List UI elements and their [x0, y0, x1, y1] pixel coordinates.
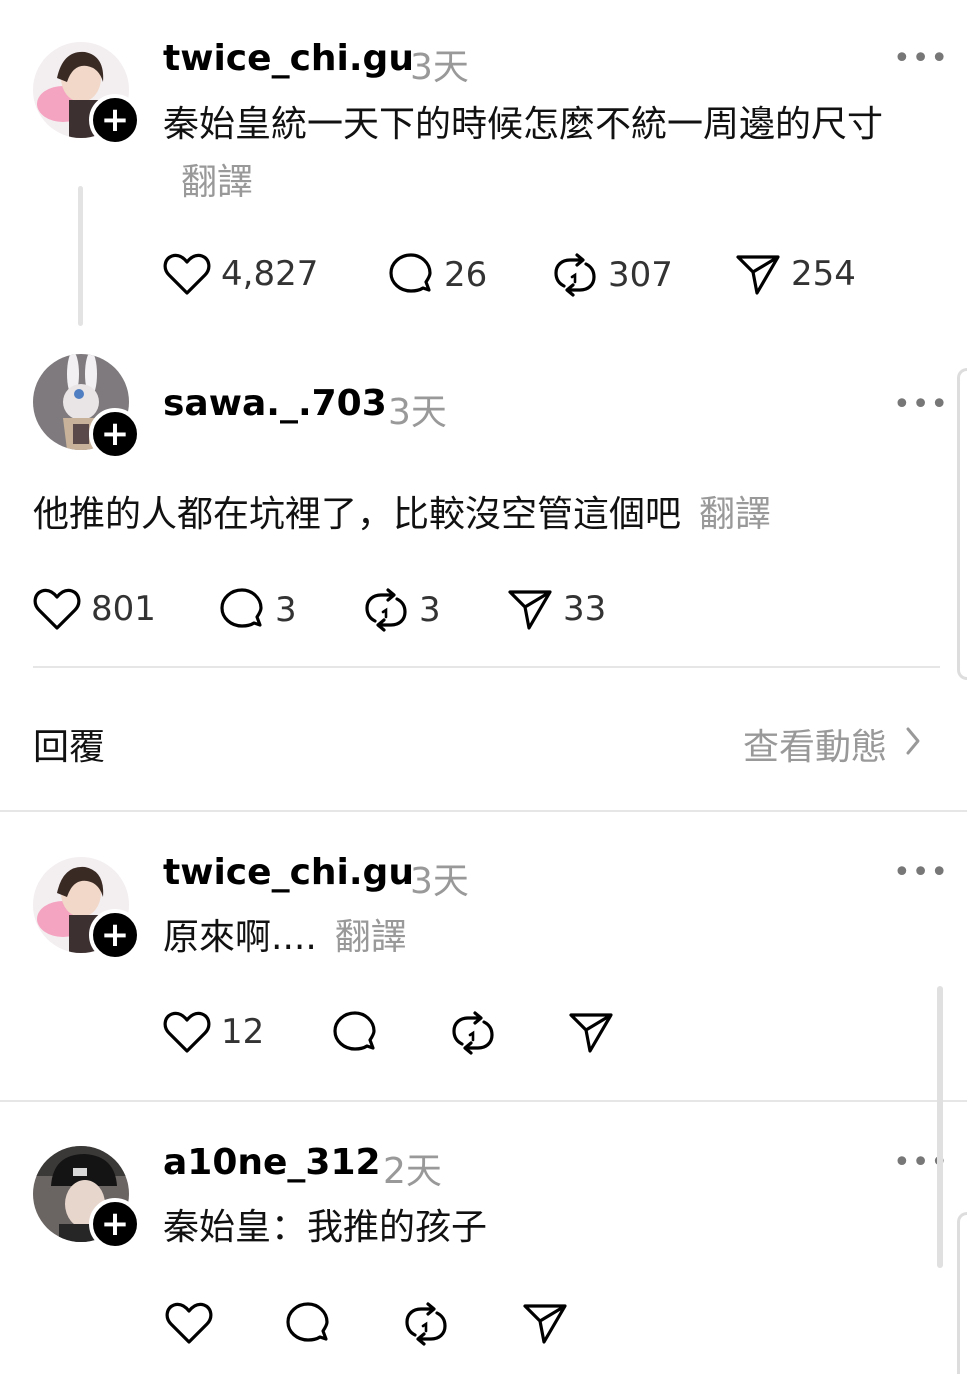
share-button[interactable] — [522, 1301, 568, 1345]
like-count: 4,827 — [221, 254, 319, 294]
post-time: 3天 — [388, 392, 447, 433]
send-icon — [568, 1010, 614, 1054]
chevron-right-icon — [905, 724, 921, 765]
share-button[interactable]: 33 — [507, 587, 606, 631]
username[interactable]: twice_chi.gu — [163, 852, 414, 893]
username[interactable]: twice_chi.gu — [163, 38, 414, 79]
share-count: 33 — [563, 589, 607, 629]
post-text: 他推的人都在坑裡了，比較沒空管這個吧 翻譯 — [33, 486, 913, 544]
comment-icon — [388, 252, 434, 298]
heart-icon — [163, 252, 211, 296]
heart-icon — [165, 1301, 213, 1345]
edge-sheet — [957, 368, 967, 680]
repost-button[interactable] — [450, 1010, 496, 1056]
comment-button[interactable] — [332, 1010, 378, 1056]
send-icon — [507, 587, 553, 631]
repost-icon — [552, 252, 598, 298]
translate-link[interactable]: 翻譯 — [181, 162, 253, 203]
repost-count: 3 — [419, 590, 441, 630]
like-button[interactable]: 4,827 — [163, 252, 318, 296]
comment-icon — [219, 587, 265, 633]
comment-button[interactable] — [285, 1301, 331, 1347]
repost-icon — [363, 587, 409, 633]
view-activity-link[interactable]: 查看動態 — [743, 718, 921, 770]
post-text: 秦始皇：我推的孩子 — [163, 1199, 903, 1257]
translate-link[interactable]: 翻譯 — [335, 917, 407, 958]
repost-count: 307 — [608, 255, 673, 295]
comment-count: 26 — [444, 255, 488, 295]
follow-plus-icon[interactable]: + — [89, 909, 141, 961]
username[interactable]: sawa._.703 — [163, 383, 387, 424]
comment-button[interactable]: 26 — [388, 252, 487, 298]
follow-plus-icon[interactable]: + — [89, 1198, 141, 1250]
post-time: 2天 — [383, 1151, 442, 1192]
post-text: 秦始皇統一天下的時候怎麼不統一周邊的尺寸翻譯 — [163, 96, 903, 212]
follow-plus-icon[interactable]: + — [89, 408, 141, 460]
like-button[interactable] — [165, 1301, 213, 1345]
view-activity-label: 查看動態 — [743, 727, 888, 768]
comment-button[interactable]: 3 — [219, 587, 297, 633]
repost-button[interactable] — [403, 1301, 449, 1347]
post-body: 他推的人都在坑裡了，比較沒空管這個吧 — [33, 494, 682, 535]
follow-plus-icon[interactable]: + — [89, 94, 141, 146]
post-time: 3天 — [410, 861, 469, 902]
post-body: 秦始皇：我推的孩子 — [163, 1207, 488, 1248]
username[interactable]: a10ne_312 — [163, 1142, 381, 1183]
share-count: 254 — [791, 254, 856, 294]
reply-button[interactable]: 回覆 — [33, 718, 105, 770]
share-button[interactable] — [568, 1010, 614, 1054]
send-icon — [522, 1301, 568, 1345]
send-icon — [735, 252, 781, 296]
like-button[interactable]: 12 — [163, 1010, 264, 1054]
more-options-icon[interactable]: ••• — [893, 44, 949, 74]
heart-icon — [33, 587, 81, 631]
heart-icon — [163, 1010, 211, 1054]
repost-icon — [403, 1301, 449, 1347]
like-count: 12 — [221, 1012, 265, 1052]
scrollbar[interactable] — [937, 986, 943, 1268]
comment-icon — [332, 1010, 378, 1056]
comment-icon — [285, 1301, 331, 1347]
repost-icon — [450, 1010, 496, 1056]
divider — [0, 1100, 967, 1102]
divider — [33, 666, 940, 668]
divider — [0, 810, 967, 812]
post-time: 3天 — [410, 47, 469, 88]
translate-link[interactable]: 翻譯 — [699, 494, 771, 535]
edge-sheet — [957, 1212, 967, 1374]
post-body: 秦始皇統一天下的時候怎麼不統一周邊的尺寸 — [163, 104, 884, 145]
thread-line — [78, 186, 83, 326]
repost-button[interactable]: 307 — [552, 252, 673, 298]
share-button[interactable]: 254 — [735, 252, 856, 296]
comment-count: 3 — [275, 590, 297, 630]
repost-button[interactable]: 3 — [363, 587, 441, 633]
like-button[interactable]: 801 — [33, 587, 156, 631]
more-options-icon[interactable]: ••• — [893, 858, 949, 888]
like-count: 801 — [91, 589, 156, 629]
post-text: 原來啊.... 翻譯 — [163, 909, 903, 967]
more-options-icon[interactable]: ••• — [893, 390, 949, 420]
post-body: 原來啊.... — [163, 917, 317, 958]
